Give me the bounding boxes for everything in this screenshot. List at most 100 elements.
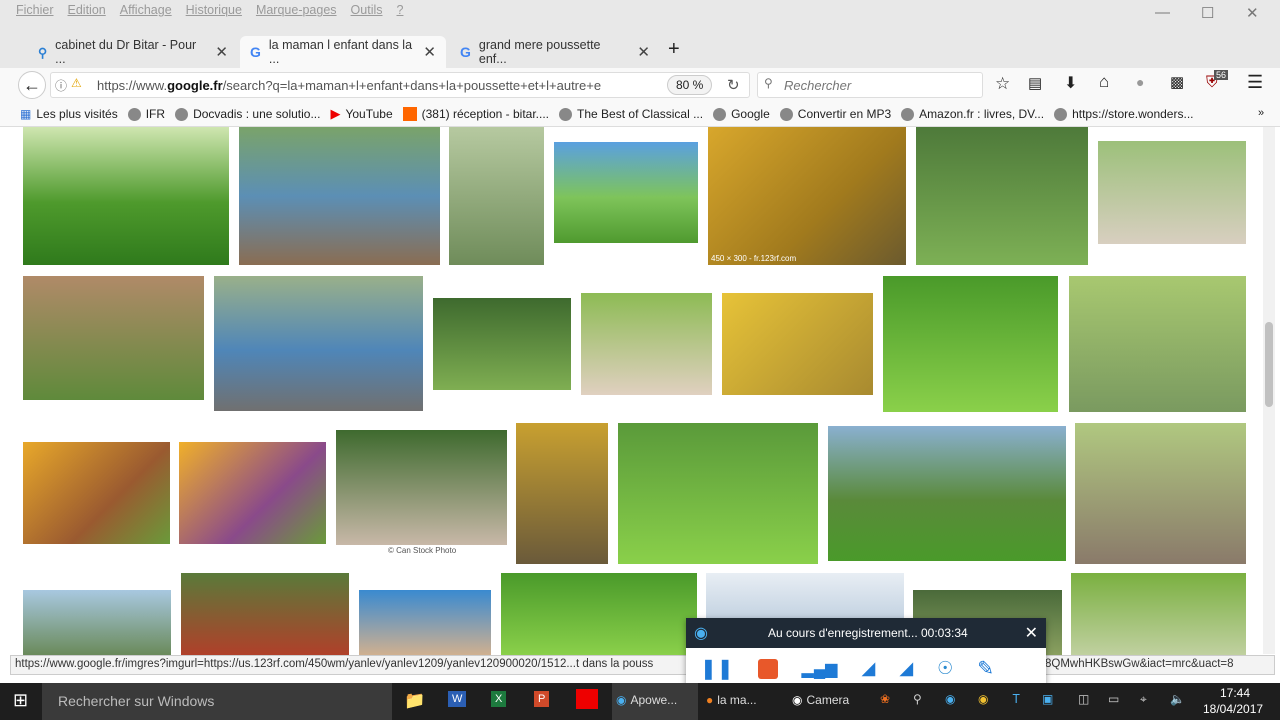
close-tab-icon[interactable]: ✕: [637, 43, 650, 61]
file-explorer-icon[interactable]: 📁: [404, 691, 425, 711]
zoom-level[interactable]: 80 %: [667, 75, 713, 95]
image-result[interactable]: [23, 127, 229, 265]
menu-help[interactable]: ?: [397, 3, 404, 29]
network-tool-icon[interactable]: ⚲: [913, 692, 922, 706]
image-result[interactable]: [23, 442, 170, 544]
image-result[interactable]: [581, 293, 712, 395]
menu-fichier[interactable]: Fichier: [16, 3, 54, 29]
image-result[interactable]: [706, 573, 904, 623]
bookmark-amazon[interactable]: Amazon.fr : livres, DV...: [901, 107, 1044, 121]
wifi-icon[interactable]: ⌖: [1140, 692, 1147, 707]
search-box[interactable]: ⚲ Rechercher: [757, 72, 983, 98]
image-result[interactable]: [239, 127, 440, 265]
save-icon[interactable]: ▩: [1170, 73, 1184, 91]
back-button[interactable]: ←: [18, 71, 46, 99]
menu-edition[interactable]: Edition: [68, 3, 106, 29]
bookmark-classical[interactable]: The Best of Classical ...: [559, 107, 703, 121]
windows-start-icon[interactable]: ⊞: [13, 690, 28, 711]
volume-icon[interactable]: 🔈: [1170, 692, 1185, 706]
image-result[interactable]: [433, 298, 571, 390]
download-icon[interactable]: ⬇: [1064, 73, 1077, 93]
avast-icon[interactable]: ❀: [880, 692, 890, 706]
image-result[interactable]: [828, 426, 1066, 561]
tab-cabinet[interactable]: ⚲ cabinet du Dr Bitar - Pour ... ✕: [28, 36, 238, 68]
image-result[interactable]: [181, 573, 349, 655]
image-result[interactable]: [214, 276, 423, 411]
search-input[interactable]: Rechercher: [784, 78, 851, 93]
close-window-button[interactable]: ✕: [1246, 4, 1259, 22]
red-app-icon[interactable]: [576, 689, 598, 709]
image-result[interactable]: [618, 423, 818, 564]
apowersoft-tray-icon[interactable]: ◉: [945, 692, 955, 706]
image-result[interactable]: [1075, 423, 1246, 564]
excel-icon[interactable]: X: [491, 691, 507, 707]
menu-historique[interactable]: Historique: [186, 3, 242, 29]
taskbar-apowersoft[interactable]: ◉ Apowe...: [612, 683, 698, 720]
url-text[interactable]: https://www.google.fr/search?q=la+maman+…: [97, 78, 601, 93]
bookmark-reception[interactable]: (381) réception - bitar....: [402, 107, 549, 121]
close-tab-icon[interactable]: ✕: [215, 43, 228, 61]
image-result[interactable]: [516, 423, 608, 564]
teamviewer-icon[interactable]: ▣: [1042, 692, 1053, 706]
bluetooth-icon[interactable]: Ꭲ: [1013, 692, 1020, 707]
powerpoint-icon[interactable]: P: [534, 691, 550, 707]
stop-button[interactable]: [757, 658, 778, 679]
power-icon[interactable]: ◫: [1078, 692, 1089, 706]
image-result[interactable]: [916, 127, 1088, 265]
image-result[interactable]: [1098, 141, 1246, 244]
bookmark-google[interactable]: Google: [713, 107, 770, 121]
hamburger-menu-icon[interactable]: ☰: [1247, 72, 1263, 93]
home-icon[interactable]: ⌂: [1099, 72, 1109, 92]
extension-icon[interactable]: ●: [1136, 74, 1144, 90]
image-result[interactable]: [179, 442, 326, 544]
image-result[interactable]: [554, 142, 698, 243]
tab-grand-mere[interactable]: G grand mere poussette enf... ✕: [450, 36, 660, 68]
info-icon[interactable]: ⓘ: [55, 77, 67, 94]
more-bookmarks-icon[interactable]: »: [1258, 107, 1264, 119]
taskbar-camera[interactable]: ◉ Camera: [788, 683, 870, 720]
image-result[interactable]: [449, 127, 544, 265]
menu-marque-pages[interactable]: Marque-pages: [256, 3, 337, 29]
bookmark-mp3[interactable]: Convertir en MP3: [779, 107, 891, 121]
minimize-button[interactable]: —: [1155, 4, 1170, 21]
new-tab-button[interactable]: +: [668, 38, 680, 61]
image-result[interactable]: [336, 430, 507, 545]
lock-warning-icon[interactable]: ⚠: [71, 76, 82, 90]
image-result[interactable]: 450 × 300 - fr.123rf.com: [708, 127, 906, 265]
webcam-add-icon[interactable]: ☉: [937, 658, 953, 679]
image-result[interactable]: [501, 573, 697, 655]
image-result[interactable]: [23, 590, 171, 655]
clock-time[interactable]: 17:44: [1220, 686, 1250, 700]
image-result[interactable]: [722, 293, 873, 395]
bookmark-ifr[interactable]: IFR: [127, 107, 165, 121]
bookmark-store[interactable]: https://store.wonders...: [1054, 107, 1193, 121]
zoom-in-icon[interactable]: ◢: [861, 658, 875, 679]
reading-list-icon[interactable]: ▤: [1028, 74, 1042, 92]
recorder-tray-icon[interactable]: ◉: [978, 692, 988, 706]
tablet-icon[interactable]: ▭: [1108, 692, 1119, 706]
clock-date[interactable]: 18/04/2017: [1203, 702, 1263, 716]
image-result[interactable]: [23, 276, 204, 400]
taskbar-firefox[interactable]: ● la ma...: [702, 683, 784, 720]
bookmark-docvadis[interactable]: Docvadis : une solutio...: [175, 107, 320, 121]
image-result[interactable]: [883, 276, 1058, 412]
image-result[interactable]: [1069, 276, 1246, 412]
tab-la-maman[interactable]: G la maman l enfant dans la ... ✕: [240, 36, 446, 68]
zoom-out-icon[interactable]: ◢: [899, 658, 913, 679]
image-result[interactable]: [359, 590, 491, 655]
image-result[interactable]: [1071, 573, 1246, 655]
bookmark-most-visited[interactable]: ▦ Les plus visités: [20, 107, 118, 121]
annotate-pen-icon[interactable]: ✎: [977, 656, 994, 681]
bookmark-youtube[interactable]: ▶ YouTube: [330, 106, 392, 122]
audio-level-icon[interactable]: ▂▄▆: [802, 659, 838, 679]
close-recorder-button[interactable]: ✕: [1025, 623, 1038, 643]
maximize-button[interactable]: ☐: [1201, 4, 1214, 22]
bookmark-star-icon[interactable]: ☆: [995, 74, 1010, 94]
reload-icon[interactable]: ↻: [727, 76, 740, 94]
url-bar[interactable]: ⓘ ⚠ https://www.google.fr/search?q=la+ma…: [50, 72, 750, 98]
close-tab-icon[interactable]: ✕: [423, 43, 436, 61]
scrollbar[interactable]: [1263, 127, 1275, 654]
menu-outils[interactable]: Outils: [351, 3, 383, 29]
word-icon[interactable]: W: [448, 691, 467, 707]
menu-affichage[interactable]: Affichage: [120, 3, 172, 29]
